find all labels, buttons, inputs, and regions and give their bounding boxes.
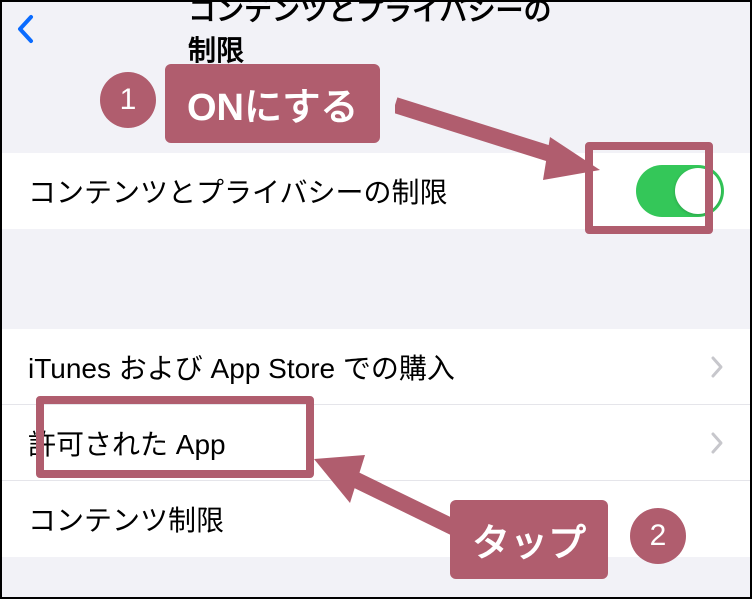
- row-content-privacy: コンテンツとプライバシーの制限: [0, 153, 752, 229]
- annotation-arrow-1: [395, 95, 605, 185]
- toggle-knob: [675, 168, 721, 214]
- content-privacy-toggle[interactable]: [636, 165, 724, 217]
- back-button[interactable]: [14, 13, 36, 45]
- annotation-callout-1: ONにする: [165, 64, 380, 143]
- section-main-toggle: コンテンツとプライバシーの制限: [0, 153, 752, 229]
- row-label: iTunes および App Store での購入: [28, 347, 710, 387]
- annotation-badge-1: 1: [100, 72, 156, 128]
- annotation-arrow-2: [310, 455, 470, 555]
- nav-header: コンテンツとプライバシーの制限: [0, 0, 752, 58]
- chevron-right-icon: [710, 355, 724, 379]
- row-itunes-appstore[interactable]: iTunes および App Store での購入: [0, 329, 752, 405]
- page-title: コンテンツとプライバシーの制限: [188, 0, 564, 69]
- chevron-right-icon: [710, 431, 724, 455]
- annotation-callout-2: タップ: [450, 500, 608, 579]
- annotation-badge-2: 2: [630, 508, 686, 564]
